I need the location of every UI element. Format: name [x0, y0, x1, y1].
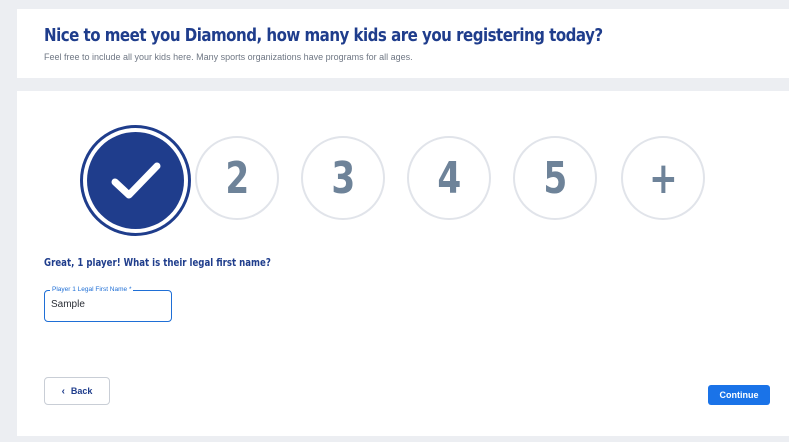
count-option-label: 3 [331, 152, 355, 204]
header-card: Nice to meet you Diamond, how many kids … [17, 9, 789, 78]
continue-button[interactable]: Continue [708, 385, 770, 405]
page-title: Nice to meet you Diamond, how many kids … [44, 26, 603, 46]
page-subtitle: Feel free to include all your kids here.… [44, 52, 413, 62]
back-button[interactable]: ‹ Back [44, 377, 110, 405]
first-name-input[interactable] [51, 299, 163, 310]
name-prompt: Great, 1 player! What is their legal fir… [44, 257, 271, 269]
count-option-2[interactable]: 2 [195, 136, 279, 220]
first-name-field[interactable]: Player 1 Legal First Name * [44, 285, 172, 322]
check-icon [111, 162, 160, 198]
count-option-4[interactable]: 4 [407, 136, 491, 220]
count-option-more[interactable]: + [621, 136, 705, 220]
registration-card: 2 3 4 5 + Great, 1 player! What is their… [17, 91, 789, 436]
count-option-1-selected[interactable] [87, 132, 184, 229]
count-option-label: 4 [437, 152, 461, 204]
count-option-5[interactable]: 5 [513, 136, 597, 220]
count-option-label: 2 [225, 152, 249, 204]
back-button-label: Back [70, 386, 93, 396]
count-option-3[interactable]: 3 [301, 136, 385, 220]
first-name-field-label: Player 1 Legal First Name * [50, 285, 134, 294]
chevron-left-icon: ‹ [61, 385, 65, 397]
count-option-label: 5 [543, 152, 567, 204]
plus-icon: + [648, 152, 678, 204]
